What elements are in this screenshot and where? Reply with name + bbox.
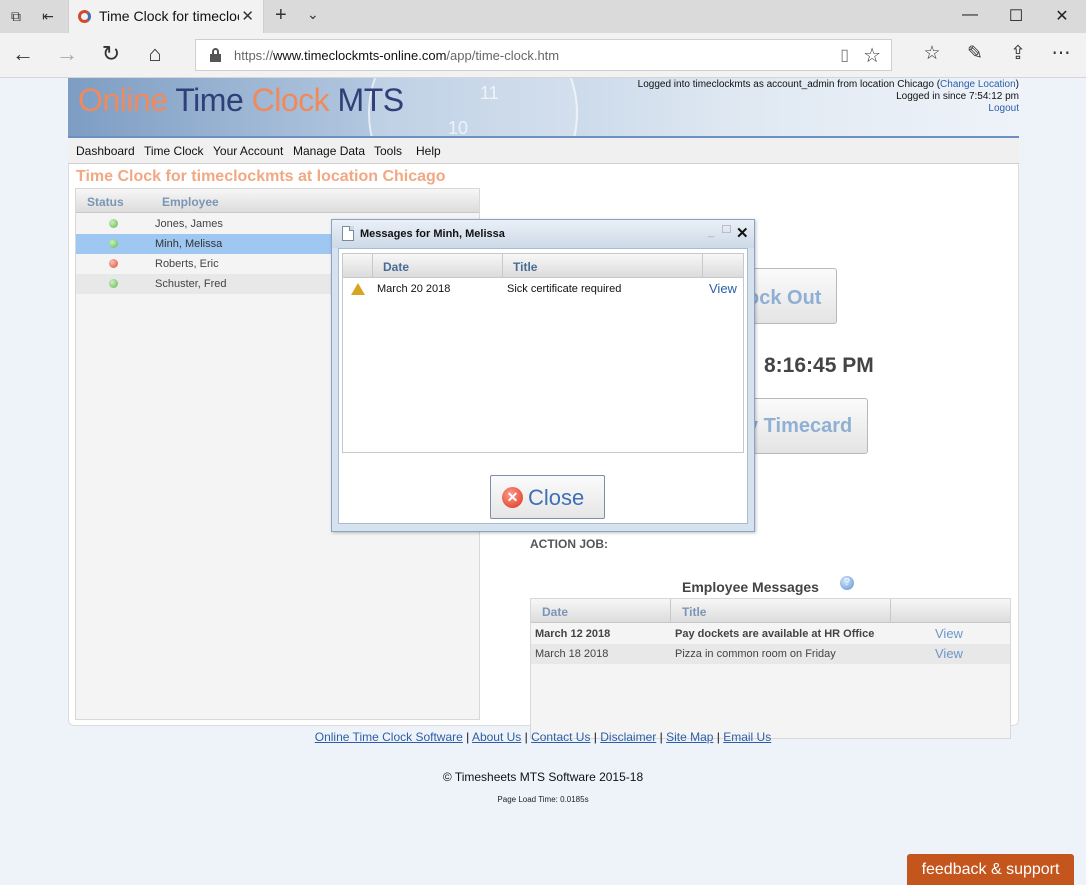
employee-list-header: Status Employee <box>76 189 479 213</box>
current-time: 8:16:45 PM <box>764 354 874 377</box>
share-icon[interactable]: ⇪ <box>1004 42 1032 66</box>
maximize-window-icon[interactable]: ☐ <box>1006 6 1026 26</box>
title-column-header[interactable]: Title <box>682 605 706 619</box>
favorites-hub-icon[interactable]: ☆ <box>918 42 946 66</box>
site-favicon-icon <box>78 10 91 23</box>
message-date: March 12 2018 <box>535 628 611 640</box>
dialog-message-row[interactable]: March 20 2018 Sick certificate required … <box>343 279 743 299</box>
menu-item-dashboard[interactable]: Dashboard <box>76 144 135 158</box>
page-title: Time Clock for timeclockmts at location … <box>76 168 446 185</box>
footer-link-site-map[interactable]: Site Map <box>666 730 713 744</box>
message-row[interactable]: March 12 2018 Pay dockets are available … <box>531 624 1010 644</box>
close-button[interactable]: ✕ Close <box>490 475 605 519</box>
employee-messages-title: Employee Messages <box>682 579 819 595</box>
forward-arrow-icon[interactable]: → <box>53 42 81 66</box>
warning-icon <box>351 283 365 295</box>
dialog-table-header: Date Title <box>343 254 743 278</box>
help-icon[interactable]: ? <box>840 576 854 590</box>
refresh-icon[interactable]: ↻ <box>97 42 125 66</box>
main-menu: Dashboard Time Clock Your Account Manage… <box>68 138 1019 164</box>
message-row[interactable]: March 18 2018 Pizza in common room on Fr… <box>531 644 1010 664</box>
web-note-pen-icon[interactable]: ✎ <box>961 42 989 66</box>
view-message-link[interactable]: View <box>709 281 737 296</box>
messages-dialog: Messages for Minh, Melissa _ ✕ Date Titl… <box>331 219 755 532</box>
view-message-link[interactable]: View <box>935 646 963 661</box>
status-dot-icon <box>109 259 118 268</box>
dialog-minimize-icon[interactable]: _ <box>708 226 714 238</box>
view-message-link[interactable]: View <box>935 626 963 641</box>
reading-view-icon[interactable]: ▯ <box>840 45 849 65</box>
menu-item-manage-data[interactable]: Manage Data <box>293 144 365 158</box>
browser-navigation-bar: ← → ↻ ⌂ https://www.timeclockmts-online.… <box>0 33 1086 78</box>
header-banner: 11 10 Online Time Clock MTS Logged into … <box>68 78 1019 138</box>
message-title: Pay dockets are available at HR Office <box>675 628 875 640</box>
employee-name: Jones, James <box>155 218 223 230</box>
dialog-messages-table: Date Title March 20 2018 Sick certificat… <box>342 253 744 453</box>
tab-close-icon[interactable]: ✕ <box>241 7 254 25</box>
employee-column-header[interactable]: Employee <box>162 195 219 209</box>
status-dot-icon <box>109 219 118 228</box>
menu-item-tools[interactable]: Tools <box>374 144 402 158</box>
new-tab-icon[interactable]: + <box>275 4 287 27</box>
clock-numeral: 10 <box>448 118 469 138</box>
dialog-body: Date Title March 20 2018 Sick certificat… <box>338 248 748 524</box>
tab-manager-icon[interactable]: ⧉ <box>6 7 26 25</box>
lock-icon <box>210 48 221 62</box>
employee-messages-header: Date Title <box>531 599 1010 623</box>
back-arrow-icon[interactable]: ← <box>9 42 37 66</box>
menu-item-time-clock[interactable]: Time Clock <box>144 144 204 158</box>
login-info: Logged into timeclockmts as account_admi… <box>637 79 1019 114</box>
employee-name: Minh, Melissa <box>155 238 223 250</box>
copyright-text: © Timesheets MTS Software 2015-18 <box>442 770 644 784</box>
menu-item-help[interactable]: Help <box>416 144 441 158</box>
dialog-maximize-icon[interactable] <box>722 225 731 233</box>
close-window-icon[interactable]: ✕ <box>1052 6 1072 26</box>
status-dot-icon <box>109 239 118 248</box>
status-dot-icon <box>109 279 118 288</box>
change-location-link[interactable]: Change Location <box>940 79 1016 90</box>
feedback-support-button[interactable]: feedback & support <box>907 854 1074 885</box>
tab-preview-chevron-icon[interactable]: ⌄ <box>307 6 319 23</box>
footer-link-online-time-clock-software[interactable]: Online Time Clock Software <box>315 730 463 744</box>
url-text: https://www.timeclockmts-online.com/app/… <box>234 48 560 63</box>
dialog-title-bar[interactable]: Messages for Minh, Melissa _ ✕ <box>332 220 754 248</box>
page-load-time: Page Load Time: 0.0185s <box>497 795 589 804</box>
site-logo[interactable]: Online Time Clock MTS <box>78 82 404 119</box>
menu-item-your-account[interactable]: Your Account <box>213 144 283 158</box>
close-circle-icon: ✕ <box>502 487 523 508</box>
document-icon <box>342 226 354 241</box>
logout-link[interactable]: Logout <box>988 103 1019 114</box>
set-tabs-aside-icon[interactable]: ⇤ <box>38 7 58 25</box>
date-column-header[interactable]: Date <box>542 605 568 619</box>
favorite-star-icon[interactable]: ☆ <box>863 43 881 68</box>
message-title: Sick certificate required <box>507 283 622 295</box>
home-icon[interactable]: ⌂ <box>141 42 169 66</box>
message-date: March 20 2018 <box>377 283 451 295</box>
close-button-label: Close <box>528 485 585 510</box>
browser-tab[interactable]: Time Clock for timecloc ✕ <box>68 0 264 33</box>
footer-link-disclaimer[interactable]: Disclaimer <box>600 730 656 744</box>
footer-links: Online Time Clock Software | About Us | … <box>314 730 772 744</box>
address-bar[interactable]: https://www.timeclockmts-online.com/app/… <box>195 39 892 71</box>
title-column-header[interactable]: Title <box>513 260 537 274</box>
footer-link-about-us[interactable]: About Us <box>472 730 521 744</box>
message-title: Pizza in common room on Friday <box>675 648 836 660</box>
footer-link-contact-us[interactable]: Contact Us <box>531 730 590 744</box>
footer-link-email-us[interactable]: Email Us <box>723 730 771 744</box>
employee-messages-table: Date Title March 12 2018 Pay dockets are… <box>530 598 1011 739</box>
more-menu-icon[interactable]: ⋯ <box>1047 42 1075 66</box>
employee-name: Roberts, Eric <box>155 258 219 270</box>
date-column-header[interactable]: Date <box>383 260 409 274</box>
message-date: March 18 2018 <box>535 648 609 660</box>
dialog-title: Messages for Minh, Melissa <box>360 228 505 240</box>
action-job-label: ACTION JOB: <box>530 537 608 551</box>
dialog-close-icon[interactable]: ✕ <box>736 224 749 242</box>
employee-name: Schuster, Fred <box>155 278 227 290</box>
tab-title: Time Clock for timecloc <box>99 8 239 24</box>
status-column-header[interactable]: Status <box>87 195 124 209</box>
clock-numeral: 11 <box>480 83 499 103</box>
minimize-window-icon[interactable]: — <box>960 6 980 24</box>
browser-tab-bar: ⧉ ⇤ Time Clock for timecloc ✕ + ⌄ — ☐ ✕ <box>0 0 1086 33</box>
